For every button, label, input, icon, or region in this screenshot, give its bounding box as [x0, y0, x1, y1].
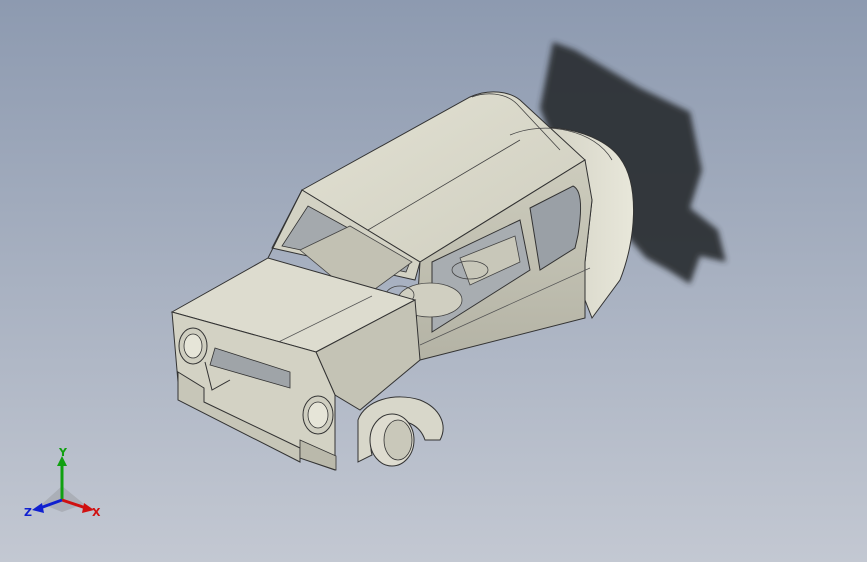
graphics-viewport[interactable]: Y X Z — [0, 0, 867, 562]
y-axis-label: Y — [58, 448, 68, 459]
z-axis-head — [32, 503, 44, 513]
model-scene[interactable] — [0, 0, 867, 562]
x-axis-label: X — [92, 506, 101, 519]
front-wheel-arch — [357, 396, 444, 467]
z-axis-label: Z — [24, 506, 32, 519]
headlight-left — [178, 327, 208, 365]
headlight-right — [302, 395, 334, 435]
coordinate-triad: Y X Z — [24, 448, 101, 519]
